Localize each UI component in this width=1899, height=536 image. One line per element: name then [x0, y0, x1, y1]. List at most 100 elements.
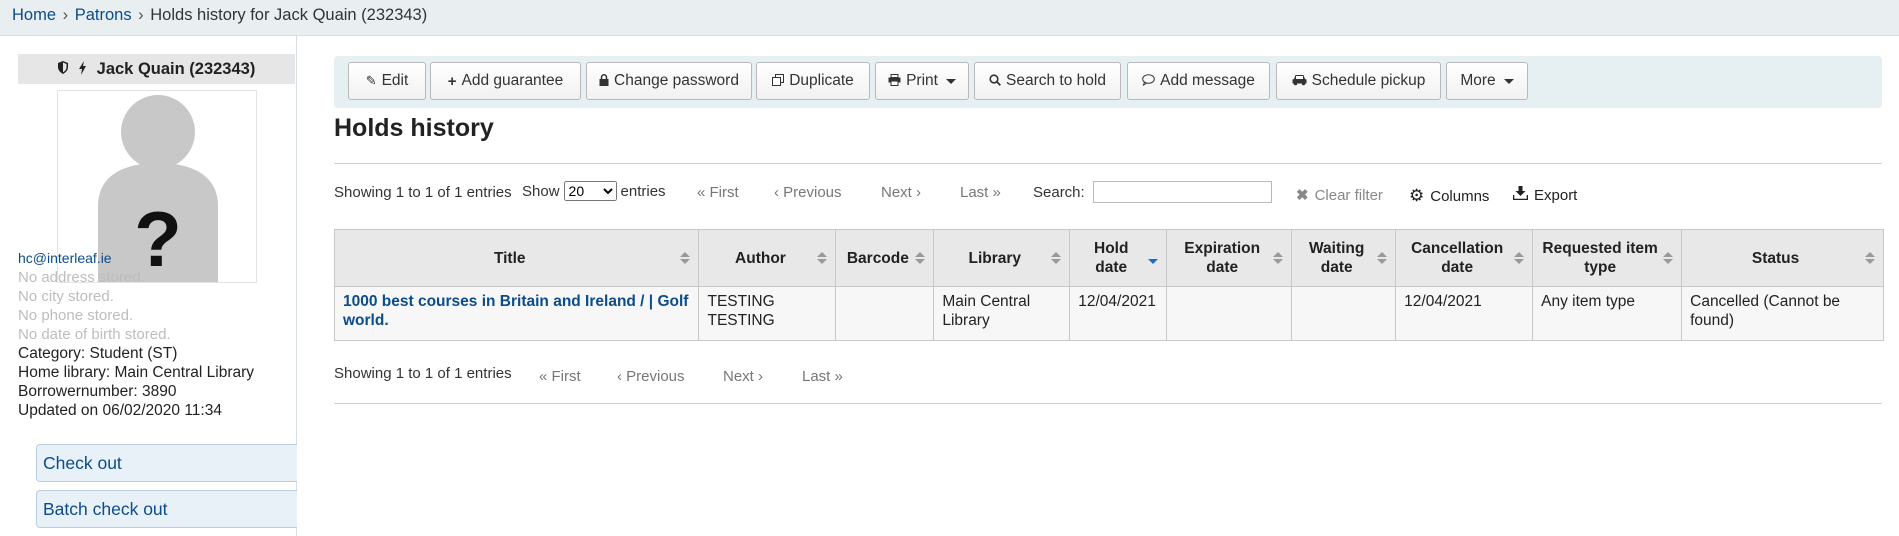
- column-header-waiting-date[interactable]: Waiting date: [1291, 229, 1397, 287]
- title-link[interactable]: 1000 best courses in Britain and Ireland…: [343, 293, 688, 329]
- first-page-link[interactable]: « First: [697, 184, 739, 201]
- patron-header: Jack Quain (232343): [18, 54, 295, 84]
- patron-city: No city stored.: [18, 288, 114, 305]
- patron-email-link[interactable]: hc@interleaf.ie: [18, 250, 112, 266]
- search-to-hold-button[interactable]: Search to hold: [974, 62, 1121, 100]
- lightning-icon: [78, 60, 87, 78]
- more-label: More: [1460, 72, 1496, 89]
- add-message-button[interactable]: Add message: [1127, 62, 1270, 100]
- sort-icon: [680, 252, 691, 264]
- last-page-link[interactable]: Last »: [960, 184, 1001, 201]
- table-search: Search:: [1033, 181, 1272, 203]
- cell-library: Main Central Library: [933, 286, 1071, 341]
- column-header-title[interactable]: Title: [333, 229, 700, 287]
- columns-button[interactable]: ⚙ Columns: [1409, 186, 1489, 206]
- last-page-link[interactable]: Last »: [802, 368, 843, 385]
- schedule-pickup-label: Schedule pickup: [1311, 72, 1426, 89]
- patron-sidebar: Jack Quain (232343) ? hc@interleaf.ie No…: [0, 36, 297, 536]
- clear-filter-button[interactable]: ✖ Clear filter: [1296, 186, 1383, 205]
- pencil-icon: ✎: [365, 73, 377, 88]
- entries-label: entries: [620, 182, 666, 200]
- breadcrumb-patrons-link[interactable]: Patrons: [75, 6, 132, 24]
- download-icon: [1512, 186, 1529, 204]
- add-guarantee-label: Add guarantee: [461, 72, 564, 89]
- sort-icon: [1051, 252, 1062, 264]
- column-header-requested-item-type[interactable]: Requested item type: [1532, 229, 1683, 287]
- export-button[interactable]: Export: [1512, 186, 1578, 204]
- cell-barcode: [835, 286, 935, 341]
- copy-icon: [772, 73, 785, 89]
- sort-icon: [817, 252, 828, 264]
- next-page-link[interactable]: Next ›: [723, 368, 763, 385]
- table-info: Showing 1 to 1 of 1 entries: [334, 365, 512, 382]
- change-password-button[interactable]: Change password: [586, 62, 752, 100]
- column-header-hold-date[interactable]: Hold date: [1069, 229, 1168, 287]
- previous-page-link[interactable]: ‹ Previous: [617, 368, 685, 385]
- cell-waiting-date: [1291, 286, 1397, 341]
- search-input[interactable]: [1092, 181, 1272, 203]
- patron-phone: No phone stored.: [18, 307, 134, 324]
- next-page-link[interactable]: Next ›: [881, 184, 921, 201]
- print-label: Print: [906, 72, 938, 89]
- column-header-cancellation-date[interactable]: Cancellation date: [1395, 229, 1534, 287]
- patron-dob: No date of birth stored.: [18, 326, 171, 343]
- schedule-pickup-button[interactable]: Schedule pickup: [1276, 62, 1441, 100]
- table-controls-bottom: Showing 1 to 1 of 1 entries « First ‹ Pr…: [334, 365, 1882, 389]
- column-header-barcode[interactable]: Barcode: [835, 229, 935, 287]
- column-header-author[interactable]: Author: [698, 229, 837, 287]
- patron-home-library: Home library: Main Central Library: [18, 364, 255, 381]
- add-guarantee-button[interactable]: + Add guarantee: [430, 62, 581, 100]
- breadcrumb-current: Holds history for Jack Quain (232343): [150, 6, 428, 24]
- first-page-link[interactable]: « First: [539, 368, 581, 385]
- previous-page-link[interactable]: ‹ Previous: [774, 184, 842, 201]
- column-header-library[interactable]: Library: [933, 229, 1071, 287]
- duplicate-button[interactable]: Duplicate: [756, 62, 870, 100]
- patron-address: No address stored.: [18, 269, 145, 286]
- edit-button[interactable]: ✎ Edit: [348, 62, 426, 100]
- holds-history-table: Title Author Barcode Library Hold date E…: [333, 229, 1884, 341]
- patron-category: Category: Student (ST): [18, 345, 178, 362]
- sort-icon: [1377, 252, 1388, 264]
- sort-icon: [1865, 252, 1875, 264]
- gear-icon: ⚙: [1409, 186, 1425, 205]
- add-message-label: Add message: [1160, 72, 1255, 89]
- table-info: Showing 1 to 1 of 1 entries: [334, 184, 512, 201]
- print-dropdown-button[interactable]: Print: [875, 62, 969, 100]
- more-dropdown-button[interactable]: More: [1446, 62, 1528, 100]
- cell-expiration-date: [1166, 286, 1293, 341]
- cell-title: 1000 best courses in Britain and Ireland…: [333, 286, 700, 341]
- patron-name: Jack Quain (232343): [96, 59, 256, 78]
- edit-button-label: Edit: [381, 72, 409, 89]
- printer-icon: [888, 73, 901, 89]
- show-label: Show: [522, 182, 560, 200]
- page-length-select[interactable]: 20: [563, 181, 617, 201]
- table-row: 1000 best courses in Britain and Ireland…: [333, 286, 1884, 341]
- sort-icon: [915, 252, 926, 264]
- plus-icon: +: [447, 72, 457, 90]
- cell-author: TESTING TESTING: [698, 286, 837, 341]
- x-icon: ✖: [1296, 187, 1309, 204]
- lock-icon: [599, 73, 609, 89]
- sort-icon: [1514, 252, 1525, 264]
- divider: [334, 163, 1882, 164]
- shield-icon: [57, 61, 68, 77]
- clear-filter-label: Clear filter: [1314, 186, 1383, 204]
- patron-details: hc@interleaf.ie No address stored. No ci…: [18, 249, 296, 420]
- batch-checkout-button[interactable]: Batch check out: [36, 490, 297, 528]
- cell-item-type: Any item type: [1532, 286, 1683, 341]
- breadcrumb-home-link[interactable]: Home: [12, 6, 56, 24]
- sort-icon: [1663, 252, 1674, 264]
- page-length-control: Show 20 entries: [522, 181, 666, 201]
- duplicate-label: Duplicate: [789, 72, 854, 89]
- comment-icon: [1142, 73, 1155, 89]
- column-header-expiration-date[interactable]: Expiration date: [1166, 229, 1293, 287]
- table-controls-top: Showing 1 to 1 of 1 entries Show 20 entr…: [334, 181, 1882, 211]
- export-label: Export: [1534, 186, 1578, 204]
- chevron-down-icon: [945, 78, 956, 84]
- cell-hold-date: 12/04/2021: [1069, 286, 1168, 341]
- breadcrumb: Home › Patrons › Holds history for Jack …: [0, 0, 1899, 36]
- checkout-button[interactable]: Check out: [36, 444, 297, 482]
- patron-borrowernumber: Borrowernumber: 3890: [18, 383, 177, 400]
- column-header-status[interactable]: Status: [1681, 229, 1884, 287]
- page-title: Holds history: [334, 114, 494, 142]
